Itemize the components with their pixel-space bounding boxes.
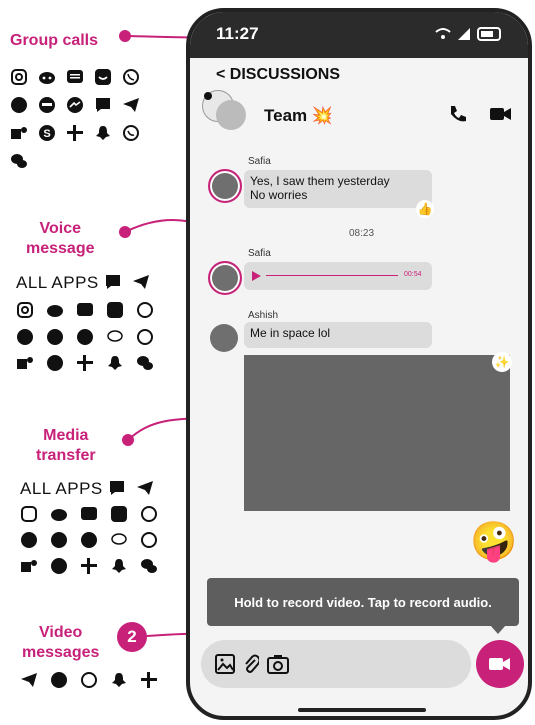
- status-icons: [435, 27, 501, 41]
- play-icon[interactable]: [250, 270, 262, 282]
- record-video-button[interactable]: [476, 640, 524, 688]
- chat-header-title: Team 💥: [264, 106, 333, 126]
- tooltip-pointer: [490, 625, 506, 634]
- message-text-ashish: Me in space lol: [250, 326, 331, 340]
- phone-call-icon[interactable]: [448, 104, 468, 129]
- chat-title: Team: [264, 106, 308, 125]
- video-camera-icon: [489, 658, 510, 670]
- voice-sender: Safia: [248, 248, 271, 259]
- home-indicator[interactable]: [298, 708, 426, 712]
- message-bubble-ashish: Me in space lol: [244, 322, 432, 348]
- message-bubble: Yes, I saw them yesterday No worries: [244, 170, 432, 208]
- status-bar: 11:27: [190, 12, 528, 58]
- sender-avatar: [208, 169, 242, 203]
- sticker-emoji: 🤪: [470, 521, 518, 563]
- message-sender-ashish: Ashish: [248, 310, 279, 321]
- camera-icon[interactable]: [267, 654, 289, 674]
- avatar-dot: [204, 92, 212, 100]
- title-emoji: 💥: [311, 106, 334, 125]
- message-sender: Safia: [248, 156, 271, 167]
- voice-sender-avatar: [208, 261, 242, 295]
- status-time: 11:27: [216, 24, 259, 43]
- attachment-icon[interactable]: [243, 654, 259, 674]
- video-call-icon[interactable]: [490, 106, 512, 127]
- media-reaction[interactable]: ✨: [492, 352, 512, 372]
- gallery-icon[interactable]: [215, 654, 235, 674]
- message-composer[interactable]: [201, 640, 471, 688]
- timestamp: 08:23: [349, 228, 375, 239]
- voice-duration: 00:54: [404, 271, 422, 278]
- message-text: Yes, I saw them yesterday: [250, 174, 390, 188]
- back-to-discussions[interactable]: < DISCUSSIONS: [216, 66, 340, 84]
- message-text-2: No worries: [250, 188, 308, 202]
- group-avatar-front: [216, 100, 246, 130]
- record-tooltip: Hold to record video. Tap to record audi…: [207, 578, 519, 626]
- ashish-avatar: [210, 324, 238, 352]
- media-attachment[interactable]: [244, 355, 510, 511]
- reaction-emoji[interactable]: 👍: [416, 200, 434, 218]
- voice-progress-track[interactable]: [266, 275, 398, 276]
- voice-message-bubble[interactable]: 00:54: [244, 262, 432, 290]
